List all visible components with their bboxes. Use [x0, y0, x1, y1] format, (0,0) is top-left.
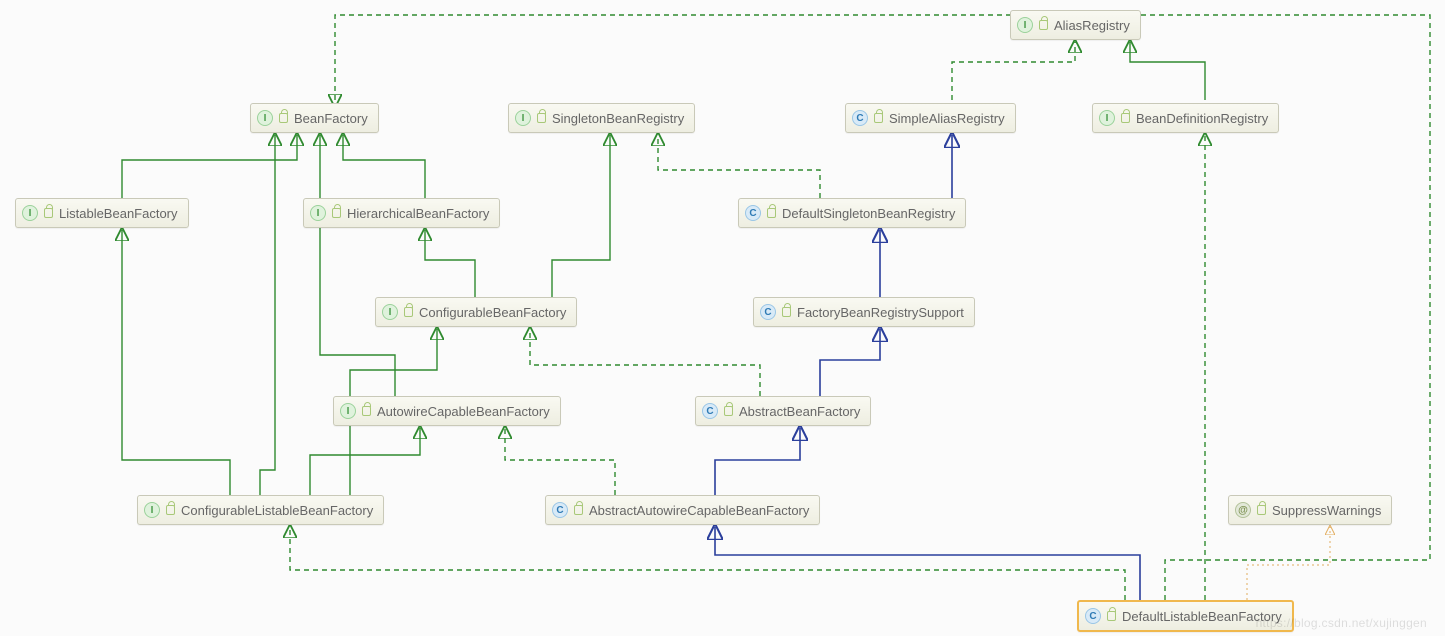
node-singleton-bean-registry[interactable]: I SingletonBeanRegistry	[508, 103, 695, 133]
class-icon: C	[745, 205, 761, 221]
class-icon: C	[1085, 608, 1101, 624]
node-abstract-autowire-capable-bean-factory[interactable]: C AbstractAutowireCapableBeanFactory	[545, 495, 820, 525]
interface-icon: I	[1099, 110, 1115, 126]
node-label: AutowireCapableBeanFactory	[377, 404, 550, 419]
node-label: SingletonBeanRegistry	[552, 111, 684, 126]
node-listable-bean-factory[interactable]: I ListableBeanFactory	[15, 198, 189, 228]
lock-icon	[874, 113, 883, 123]
node-label: ListableBeanFactory	[59, 206, 178, 221]
node-label: AbstractBeanFactory	[739, 404, 860, 419]
lock-icon	[537, 113, 546, 123]
node-autowire-capable-bean-factory[interactable]: I AutowireCapableBeanFactory	[333, 396, 561, 426]
node-configurable-bean-factory[interactable]: I ConfigurableBeanFactory	[375, 297, 577, 327]
interface-icon: I	[382, 304, 398, 320]
node-label: SuppressWarnings	[1272, 503, 1381, 518]
node-bean-definition-registry[interactable]: I BeanDefinitionRegistry	[1092, 103, 1279, 133]
lock-icon	[1039, 20, 1048, 30]
interface-icon: I	[340, 403, 356, 419]
lock-icon	[1257, 505, 1266, 515]
node-label: HierarchicalBeanFactory	[347, 206, 489, 221]
node-label: FactoryBeanRegistrySupport	[797, 305, 964, 320]
interface-icon: I	[22, 205, 38, 221]
node-configurable-listable-bean-factory[interactable]: I ConfigurableListableBeanFactory	[137, 495, 384, 525]
node-hierarchical-bean-factory[interactable]: I HierarchicalBeanFactory	[303, 198, 500, 228]
class-icon: C	[552, 502, 568, 518]
lock-icon	[404, 307, 413, 317]
node-abstract-bean-factory[interactable]: C AbstractBeanFactory	[695, 396, 871, 426]
node-simple-alias-registry[interactable]: C SimpleAliasRegistry	[845, 103, 1016, 133]
interface-icon: I	[257, 110, 273, 126]
node-label: AbstractAutowireCapableBeanFactory	[589, 503, 809, 518]
node-label: BeanFactory	[294, 111, 368, 126]
watermark-text: https://blog.csdn.net/xujinggen	[1256, 616, 1427, 630]
lock-icon	[279, 113, 288, 123]
lock-icon	[1121, 113, 1130, 123]
interface-icon: I	[144, 502, 160, 518]
interface-icon: I	[310, 205, 326, 221]
connectors-layer	[0, 0, 1445, 636]
lock-icon	[362, 406, 371, 416]
node-factory-bean-registry-support[interactable]: C FactoryBeanRegistrySupport	[753, 297, 975, 327]
node-alias-registry[interactable]: I AliasRegistry	[1010, 10, 1141, 40]
lock-icon	[1107, 611, 1116, 621]
node-label: SimpleAliasRegistry	[889, 111, 1005, 126]
lock-icon	[332, 208, 341, 218]
interface-icon: I	[1017, 17, 1033, 33]
node-label: DefaultSingletonBeanRegistry	[782, 206, 955, 221]
node-label: ConfigurableListableBeanFactory	[181, 503, 373, 518]
lock-icon	[724, 406, 733, 416]
node-label: BeanDefinitionRegistry	[1136, 111, 1268, 126]
node-bean-factory[interactable]: I BeanFactory	[250, 103, 379, 133]
class-icon: C	[760, 304, 776, 320]
lock-icon	[166, 505, 175, 515]
node-label: AliasRegistry	[1054, 18, 1130, 33]
node-suppress-warnings[interactable]: @ SuppressWarnings	[1228, 495, 1392, 525]
node-default-singleton-bean-registry[interactable]: C DefaultSingletonBeanRegistry	[738, 198, 966, 228]
interface-icon: I	[515, 110, 531, 126]
lock-icon	[782, 307, 791, 317]
lock-icon	[767, 208, 776, 218]
lock-icon	[44, 208, 53, 218]
node-label: ConfigurableBeanFactory	[419, 305, 566, 320]
annotation-icon: @	[1235, 502, 1251, 518]
class-icon: C	[702, 403, 718, 419]
lock-icon	[574, 505, 583, 515]
class-icon: C	[852, 110, 868, 126]
